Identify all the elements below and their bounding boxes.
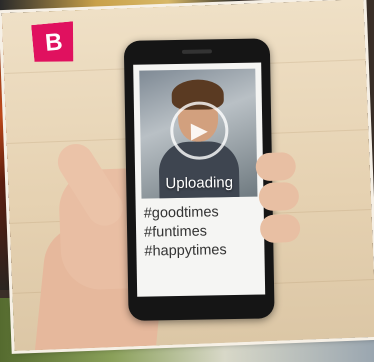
hashtag: #funtimes xyxy=(143,223,208,241)
hashtag-list: #goodtimes #funtimes #happytimes xyxy=(144,203,227,261)
upload-status: Uploading xyxy=(165,174,234,193)
phone-screen: ▶ Uploading #goodtimes #funtimes #happyt… xyxy=(133,62,266,297)
finger xyxy=(259,213,301,244)
finger xyxy=(255,151,297,182)
smartphone: ▶ Uploading #goodtimes #funtimes #happyt… xyxy=(123,38,275,321)
main-photo: ▶ Uploading #goodtimes #funtimes #happyt… xyxy=(1,0,374,351)
finger xyxy=(258,181,300,212)
section-badge: B xyxy=(31,21,76,65)
video-thumbnail[interactable]: ▶ Uploading xyxy=(139,68,258,199)
hashtag: #happytimes xyxy=(144,242,227,260)
phone-speaker xyxy=(181,49,212,54)
hashtag: #goodtimes xyxy=(143,204,219,222)
